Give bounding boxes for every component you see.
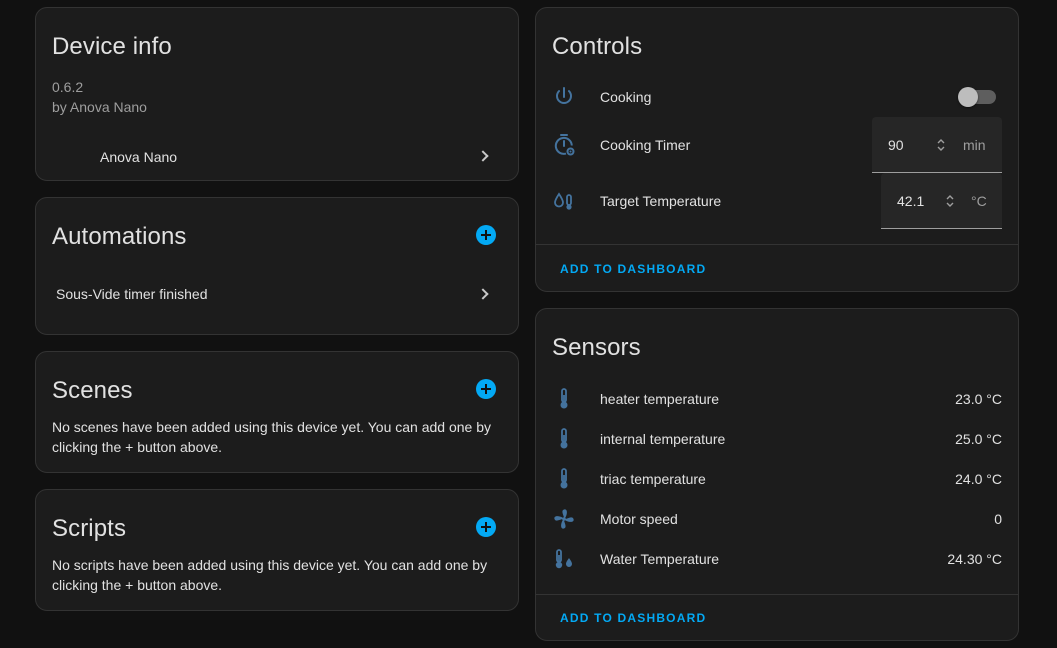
- sensor-label: triac temperature: [600, 471, 706, 487]
- card-divider: [536, 244, 1018, 245]
- sensor-value: 23.0 °C: [955, 391, 1002, 407]
- sensors-title: Sensors: [552, 334, 641, 361]
- cooking-label: Cooking: [600, 89, 652, 105]
- add-scene-button[interactable]: [476, 379, 496, 399]
- cooking-timer-unit: min: [963, 137, 986, 153]
- scripts-title: Scripts: [52, 515, 127, 542]
- sensor-row[interactable]: internal temperature 25.0 °C: [536, 425, 1018, 465]
- spinner-arrows-icon[interactable]: [945, 193, 955, 209]
- fan-icon: [552, 507, 576, 531]
- target-temperature-value: 42.1: [897, 193, 925, 209]
- controls-card: Controls Cooking Cooking Timer 90 min Ta…: [535, 7, 1019, 292]
- scripts-card: Scripts No scripts have been added using…: [35, 489, 519, 611]
- chevron-right-icon: [477, 150, 489, 162]
- automations-title: Automations: [52, 223, 187, 250]
- scenes-empty-text: No scenes have been added using this dev…: [52, 419, 491, 455]
- device-info-card: Device info 0.6.2 by Anova Nano Anova Na…: [35, 7, 519, 181]
- card-divider: [536, 594, 1018, 595]
- scenes-title: Scenes: [52, 377, 133, 404]
- sensor-row[interactable]: Motor speed 0: [536, 505, 1018, 545]
- sensors-card: Sensors heater temperature 23.0 °C inter…: [535, 308, 1019, 641]
- sensor-label: internal temperature: [600, 431, 726, 447]
- sensor-row[interactable]: Water Temperature 24.30 °C: [536, 545, 1018, 585]
- device-info-title: Device info: [52, 33, 172, 60]
- cooking-timer-label: Cooking Timer: [600, 137, 691, 153]
- controls-title: Controls: [552, 33, 643, 60]
- device-manufacturer: by Anova Nano: [52, 99, 147, 115]
- thermometer-water-icon: [552, 547, 576, 571]
- cooking-toggle[interactable]: [958, 87, 996, 107]
- sensor-value: 24.30 °C: [947, 551, 1002, 567]
- controls-add-to-dashboard-button[interactable]: ADD TO DASHBOARD: [560, 262, 706, 276]
- power-icon: [552, 85, 576, 109]
- cooking-timer-value: 90: [888, 137, 904, 153]
- thermometer-icon: [552, 467, 576, 491]
- thermometer-icon: [552, 387, 576, 411]
- target-temperature-unit: °C: [971, 193, 987, 209]
- toggle-knob: [958, 87, 978, 107]
- timer-cog-icon: [552, 133, 576, 157]
- add-automation-button[interactable]: [476, 225, 496, 245]
- thermometer-icon: [552, 427, 576, 451]
- sensor-label: Water Temperature: [600, 551, 720, 567]
- device-link-row[interactable]: Anova Nano: [36, 136, 518, 176]
- sensor-row[interactable]: triac temperature 24.0 °C: [536, 465, 1018, 505]
- automation-item-label: Sous-Vide timer finished: [56, 286, 208, 302]
- sensor-value: 0: [994, 511, 1002, 527]
- automation-item[interactable]: Sous-Vide timer finished: [36, 276, 518, 312]
- scenes-card: Scenes No scenes have been added using t…: [35, 351, 519, 473]
- target-temperature-input[interactable]: 42.1 °C: [881, 173, 1002, 229]
- device-version: 0.6.2: [52, 79, 84, 95]
- scripts-empty-text: No scripts have been added using this de…: [52, 557, 488, 593]
- sensor-label: Motor speed: [600, 511, 678, 527]
- cooking-timer-input[interactable]: 90 min: [872, 117, 1002, 173]
- add-script-button[interactable]: [476, 517, 496, 537]
- sensor-label: heater temperature: [600, 391, 720, 407]
- spinner-arrows-icon[interactable]: [936, 137, 946, 153]
- target-temperature-label: Target Temperature: [600, 193, 722, 209]
- thermometer-water-icon: [552, 189, 576, 213]
- sensor-value: 25.0 °C: [955, 431, 1002, 447]
- sensors-add-to-dashboard-button[interactable]: ADD TO DASHBOARD: [560, 611, 706, 625]
- sensor-row[interactable]: heater temperature 23.0 °C: [536, 385, 1018, 425]
- automations-card: Automations Sous-Vide timer finished: [35, 197, 519, 335]
- device-link-label: Anova Nano: [100, 149, 178, 165]
- sensor-value: 24.0 °C: [955, 471, 1002, 487]
- chevron-right-icon: [477, 288, 489, 300]
